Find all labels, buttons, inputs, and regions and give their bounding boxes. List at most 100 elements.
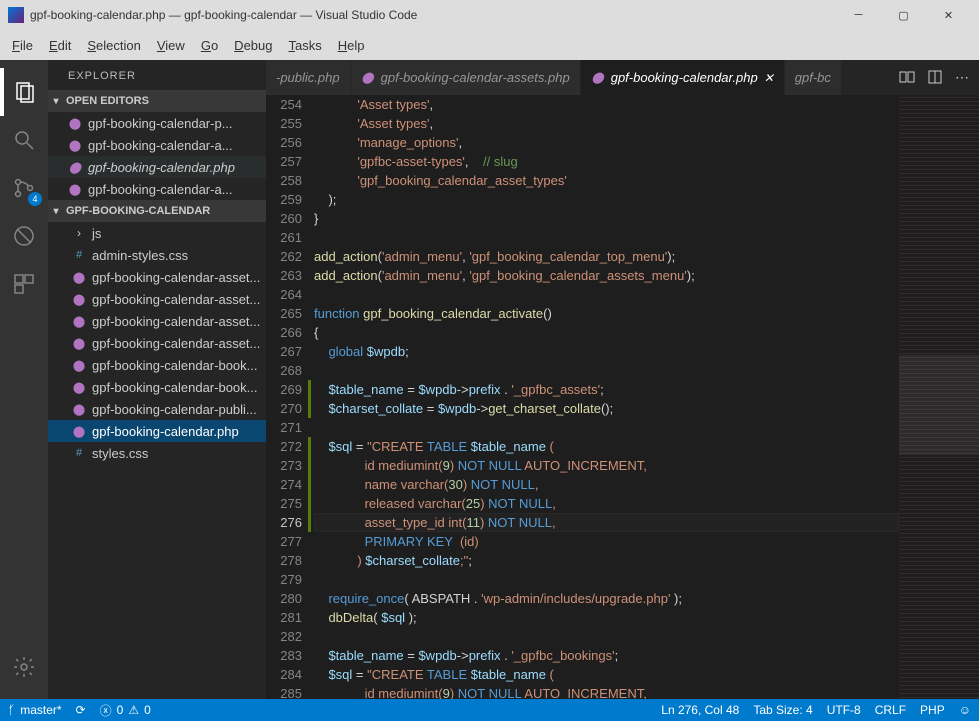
code-line[interactable]: id mediumint(9) NOT NULL AUTO_INCREMENT, bbox=[314, 456, 899, 475]
menu-selection[interactable]: Selection bbox=[79, 38, 148, 53]
code-line[interactable]: asset_type_id int(11) NOT NULL, bbox=[314, 513, 899, 532]
status-problems[interactable]: ⓧ 0 ⚠ 0 bbox=[100, 702, 151, 719]
menu-debug[interactable]: Debug bbox=[226, 38, 280, 53]
status-cursor[interactable]: Ln 276, Col 48 bbox=[661, 703, 739, 717]
code-line[interactable]: add_action('admin_menu', 'gpf_booking_ca… bbox=[314, 247, 899, 266]
status-eol[interactable]: CRLF bbox=[875, 703, 906, 717]
php-icon: ⬤ bbox=[68, 182, 82, 196]
code-line[interactable] bbox=[314, 627, 899, 646]
split-icon[interactable] bbox=[927, 69, 943, 86]
activity-settings[interactable] bbox=[0, 643, 48, 691]
code-line[interactable]: { bbox=[314, 323, 899, 342]
tree-item-label: admin-styles.css bbox=[92, 248, 188, 263]
code-line[interactable] bbox=[314, 418, 899, 437]
code-line[interactable]: $table_name = $wpdb->prefix . '_gpfbc_as… bbox=[314, 380, 899, 399]
tree-file[interactable]: #styles.css bbox=[48, 442, 266, 464]
code-line[interactable]: PRIMARY KEY (id) bbox=[314, 532, 899, 551]
css-icon: # bbox=[72, 446, 86, 460]
code-line[interactable] bbox=[314, 285, 899, 304]
code-line[interactable]: released varchar(25) NOT NULL, bbox=[314, 494, 899, 513]
activity-extensions[interactable] bbox=[0, 260, 48, 308]
sidebar-title: EXPLORER bbox=[48, 60, 266, 90]
editor-tabs: -public.php ⬤gpf-booking-calendar-assets.… bbox=[266, 60, 979, 95]
more-icon[interactable]: ⋯ bbox=[955, 69, 969, 86]
code-content[interactable]: 'Asset types', 'Asset types', 'manage_op… bbox=[314, 95, 899, 699]
code-line[interactable]: $sql = "CREATE TABLE $table_name ( bbox=[314, 665, 899, 684]
status-feedback[interactable]: ☺ bbox=[959, 703, 971, 717]
tree-file[interactable]: ⬤gpf-booking-calendar-book... bbox=[48, 376, 266, 398]
tree-item-label: gpf-booking-calendar.php bbox=[92, 424, 239, 439]
activity-bar: 4 bbox=[0, 60, 48, 699]
section-project[interactable]: ▾ GPF-BOOKING-CALENDAR bbox=[48, 200, 266, 222]
close-button[interactable]: ✕ bbox=[926, 0, 971, 30]
open-editor-item[interactable]: ⬤gpf-booking-calendar.php bbox=[48, 156, 266, 178]
code-line[interactable] bbox=[314, 228, 899, 247]
menu-edit[interactable]: Edit bbox=[41, 38, 79, 53]
tab-label: gpf-bc bbox=[795, 70, 831, 85]
code-line[interactable] bbox=[314, 361, 899, 380]
code-line[interactable]: require_once( ABSPATH . 'wp-admin/includ… bbox=[314, 589, 899, 608]
editor-tab[interactable]: ⬤gpf-booking-calendar-assets.php bbox=[351, 60, 581, 95]
open-editor-item[interactable]: ⬤gpf-booking-calendar-a... bbox=[48, 134, 266, 156]
code-line[interactable]: $charset_collate = $wpdb->get_charset_co… bbox=[314, 399, 899, 418]
minimap[interactable] bbox=[899, 95, 979, 699]
menu-tasks[interactable]: Tasks bbox=[280, 38, 329, 53]
activity-explorer[interactable] bbox=[0, 68, 48, 116]
open-editor-item[interactable]: ⬤gpf-booking-calendar-a... bbox=[48, 178, 266, 200]
tab-label: -public.php bbox=[276, 70, 340, 85]
tree-file[interactable]: ⬤gpf-booking-calendar-asset... bbox=[48, 332, 266, 354]
code-line[interactable]: $sql = "CREATE TABLE $table_name ( bbox=[314, 437, 899, 456]
compare-icon[interactable] bbox=[899, 69, 915, 86]
vscode-icon bbox=[8, 7, 24, 23]
code-line[interactable]: $table_name = $wpdb->prefix . '_gpfbc_bo… bbox=[314, 646, 899, 665]
menu-view[interactable]: View bbox=[149, 38, 193, 53]
menu-go[interactable]: Go bbox=[193, 38, 226, 53]
tree-file[interactable]: ⬤gpf-booking-calendar-asset... bbox=[48, 288, 266, 310]
code-line[interactable]: dbDelta( $sql ); bbox=[314, 608, 899, 627]
code-line[interactable]: id mediumint(9) NOT NULL AUTO_INCREMENT, bbox=[314, 684, 899, 699]
tree-file[interactable]: ⬤gpf-booking-calendar-asset... bbox=[48, 310, 266, 332]
code-line[interactable]: 'gpf_booking_calendar_asset_types' bbox=[314, 171, 899, 190]
scm-badge: 4 bbox=[28, 192, 42, 206]
status-indent[interactable]: Tab Size: 4 bbox=[753, 703, 812, 717]
maximize-button[interactable]: ▢ bbox=[881, 0, 926, 30]
code-line[interactable]: ) $charset_collate;"; bbox=[314, 551, 899, 570]
activity-search[interactable] bbox=[0, 116, 48, 164]
editor-body[interactable]: 2542552562572582592602612622632642652662… bbox=[266, 95, 979, 699]
code-line[interactable]: add_action('admin_menu', 'gpf_booking_ca… bbox=[314, 266, 899, 285]
status-lang[interactable]: PHP bbox=[920, 703, 945, 717]
close-icon[interactable]: ✕ bbox=[764, 71, 774, 85]
menu-file[interactable]: File bbox=[4, 38, 41, 53]
minimap-viewport[interactable] bbox=[899, 355, 979, 455]
editor-tab[interactable]: -public.php bbox=[266, 60, 351, 95]
php-icon: ⬤ bbox=[68, 138, 82, 152]
tree-file[interactable]: ⬤gpf-booking-calendar-publi... bbox=[48, 398, 266, 420]
code-line[interactable]: global $wpdb; bbox=[314, 342, 899, 361]
code-line[interactable]: } bbox=[314, 209, 899, 228]
activity-debug[interactable] bbox=[0, 212, 48, 260]
open-editor-item[interactable]: ⬤gpf-booking-calendar-p... bbox=[48, 112, 266, 134]
tree-folder[interactable]: js bbox=[48, 222, 266, 244]
status-encoding[interactable]: UTF-8 bbox=[827, 703, 861, 717]
tree-file[interactable]: ⬤gpf-booking-calendar.php bbox=[48, 420, 266, 442]
code-line[interactable] bbox=[314, 570, 899, 589]
code-line[interactable]: function gpf_booking_calendar_activate() bbox=[314, 304, 899, 323]
minimize-button[interactable]: ─ bbox=[836, 0, 881, 30]
tree-file[interactable]: ⬤gpf-booking-calendar-book... bbox=[48, 354, 266, 376]
code-line[interactable]: name varchar(30) NOT NULL, bbox=[314, 475, 899, 494]
code-line[interactable]: 'Asset types', bbox=[314, 95, 899, 114]
editor-tab[interactable]: ⬤gpf-booking-calendar.php✕ bbox=[581, 60, 785, 95]
tree-file[interactable]: #admin-styles.css bbox=[48, 244, 266, 266]
code-line[interactable]: 'gpfbc-asset-types', // slug bbox=[314, 152, 899, 171]
section-open-editors[interactable]: ▾ OPEN EDITORS bbox=[48, 90, 266, 112]
editor-tab[interactable]: gpf-bc bbox=[785, 60, 842, 95]
activity-scm[interactable]: 4 bbox=[0, 164, 48, 212]
tree-file[interactable]: ⬤gpf-booking-calendar-asset... bbox=[48, 266, 266, 288]
code-line[interactable]: ); bbox=[314, 190, 899, 209]
code-line[interactable]: 'Asset types', bbox=[314, 114, 899, 133]
tree-item-label: gpf-booking-calendar-asset... bbox=[92, 292, 260, 307]
status-branch[interactable]: ᚶ master* bbox=[8, 703, 62, 717]
menu-help[interactable]: Help bbox=[330, 38, 373, 53]
code-line[interactable]: 'manage_options', bbox=[314, 133, 899, 152]
status-sync[interactable]: ⟳ bbox=[76, 703, 86, 717]
